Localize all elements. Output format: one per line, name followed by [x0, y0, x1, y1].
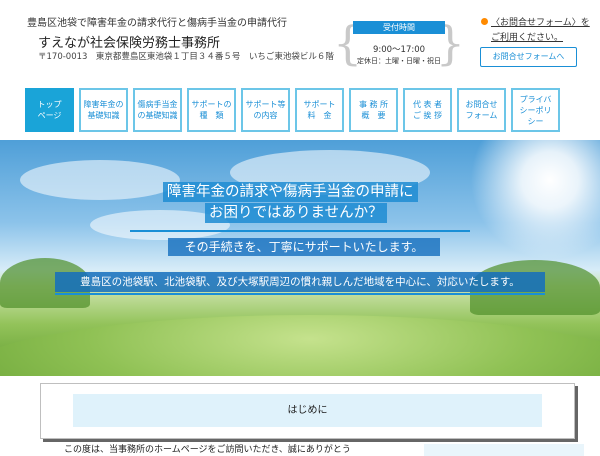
nav-item-support-types[interactable]: サポートの 種 類: [187, 88, 236, 132]
hero-headline-line2: お困りではありませんか？: [205, 203, 387, 223]
nav-item-top[interactable]: トップ ページ: [25, 88, 74, 132]
contact-form-link[interactable]: 〈お問合せフォーム〉を: [491, 15, 590, 28]
nav-item-privacy-policy[interactable]: プライバ シーポリ シー: [511, 88, 560, 132]
cloud-shape: [20, 160, 180, 200]
intro-section-box: はじめに: [40, 383, 575, 439]
nav-item-sickness-allowance[interactable]: 傷病手当金 の基礎知識: [133, 88, 182, 132]
hero-headline-line1: 障害年金の請求や傷病手当金の申請に: [163, 182, 418, 202]
nav-item-support-details[interactable]: サポート等 の内容: [241, 88, 290, 132]
nav-item-office-overview[interactable]: 事 務 所 概 要: [349, 88, 398, 132]
business-hours-panel: { } 受付時間 9:00〜17:00 定休日：土曜・日曜・祝日: [333, 18, 465, 68]
site-header: 豊島区池袋で障害年金の請求代行と傷病手当金の申請代行 すえなが社会保険労務士事務…: [0, 0, 600, 84]
hero-divider: [130, 230, 470, 232]
site-tagline: 豊島区池袋で障害年金の請求代行と傷病手当金の申請代行: [27, 18, 287, 29]
bullet-dot-icon: [481, 18, 488, 25]
intro-heading: はじめに: [73, 394, 542, 427]
sun-glow: [470, 140, 600, 260]
hours-closed-days: 定休日：土曜・日曜・祝日: [357, 57, 441, 65]
hero-subheadline: その手続きを、丁寧にサポートいたします。: [168, 238, 440, 256]
meadow: [0, 315, 600, 376]
intro-paragraph: この度は、当事務所のホームページをご訪問いただき、誠にありがとう: [64, 445, 351, 455]
nav-item-support-fees[interactable]: サポート 料 金: [295, 88, 344, 132]
global-nav: トップ ページ 障害年金の 基礎知識 傷病手当金 の基礎知識 サポートの 種 類…: [25, 88, 560, 132]
sidebar-panel: [424, 444, 584, 456]
firm-name[interactable]: すえなが社会保険労務士事務所: [38, 32, 220, 51]
contact-form-link-text[interactable]: ご利用ください。: [491, 30, 563, 43]
nav-item-disability-pension[interactable]: 障害年金の 基礎知識: [79, 88, 128, 132]
hours-time: 9:00〜17:00: [372, 45, 426, 55]
hero-divider-bottom: [55, 293, 545, 295]
nav-item-contact-form[interactable]: お問合せ フォーム: [457, 88, 506, 132]
contact-form-button[interactable]: お問合せフォームへ: [480, 47, 577, 67]
hero-banner: [0, 140, 600, 376]
nav-item-greeting[interactable]: 代 表 者 ご 挨 拶: [403, 88, 452, 132]
hours-title: 受付時間: [353, 21, 445, 34]
office-address: 〒170-0013 東京都豊島区東池袋１丁目３４番５号 いちご東池袋ビル６階: [38, 52, 334, 62]
hero-service-area: 豊島区の池袋駅、北池袋駅、及び大塚駅周辺の慣れ親しんだ地域を中心に、対応いたしま…: [55, 272, 545, 292]
